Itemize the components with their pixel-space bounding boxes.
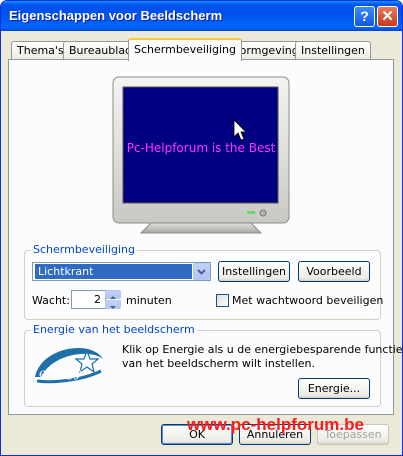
energy-star-logo: energy xyxy=(31,337,107,387)
energy-description-line2: van het beeldscherm wilt instellen. xyxy=(122,357,315,370)
energy-button[interactable]: Energie... xyxy=(298,378,370,399)
screensaver-preview: Pc-Helpforum is the Best xyxy=(111,75,291,235)
preview-button[interactable]: Voorbeeld xyxy=(298,261,370,282)
screensaver-select[interactable]: Lichtkrant xyxy=(32,262,211,281)
close-icon: ✕ xyxy=(381,8,394,25)
tab-desktop[interactable]: Bureaublad xyxy=(63,41,139,59)
tab-screensaver[interactable]: Schermbeveiliging xyxy=(128,38,243,61)
password-checkbox[interactable] xyxy=(216,294,229,307)
watermark-text: www.pc-helpforum.be xyxy=(187,415,364,434)
tab-strip: Thema's Bureaublad Schermbeveiliging Vor… xyxy=(1,38,402,61)
chevron-down-icon xyxy=(197,269,206,275)
help-icon: ? xyxy=(360,8,369,24)
title-bar[interactable]: Eigenschappen voor Beeldscherm ? ✕ xyxy=(1,1,402,31)
wait-minutes-stepper[interactable] xyxy=(105,290,121,309)
tab-themes[interactable]: Thema's xyxy=(11,41,70,59)
stepper-down-button[interactable] xyxy=(105,300,121,309)
wait-label: Wacht: xyxy=(32,294,70,307)
dropdown-arrow-button[interactable] xyxy=(193,263,210,280)
wait-minutes-input[interactable]: 2 xyxy=(71,290,106,309)
minutes-label: minuten xyxy=(126,294,172,307)
energy-description-line1: Klik op Energie als u de energiebesparen… xyxy=(122,343,403,356)
energy-group-label: Energie van het beeldscherm xyxy=(31,323,197,336)
window-title: Eigenschappen voor Beeldscherm xyxy=(9,8,223,23)
screensaver-group-label: Schermbeveiliging xyxy=(31,243,138,256)
settings-button[interactable]: Instellingen xyxy=(218,261,290,282)
display-properties-window: Eigenschappen voor Beeldscherm ? ✕ Thema… xyxy=(0,0,403,456)
screensaver-selected-value: Lichtkrant xyxy=(35,264,192,279)
tab-settings[interactable]: Instellingen xyxy=(295,41,371,59)
preview-marquee-text: Pc-Helpforum is the Best xyxy=(126,141,276,155)
energy-star-icon: energy xyxy=(35,347,103,384)
help-button[interactable]: ? xyxy=(354,6,375,27)
password-label[interactable]: Met wachtwoord beveiligen xyxy=(232,294,383,307)
stepper-up-button[interactable] xyxy=(105,290,121,299)
arrow-down-icon xyxy=(110,306,116,309)
close-button[interactable]: ✕ xyxy=(377,6,398,27)
monitor-icon xyxy=(112,76,290,234)
energy-logo-text: energy xyxy=(39,366,81,380)
